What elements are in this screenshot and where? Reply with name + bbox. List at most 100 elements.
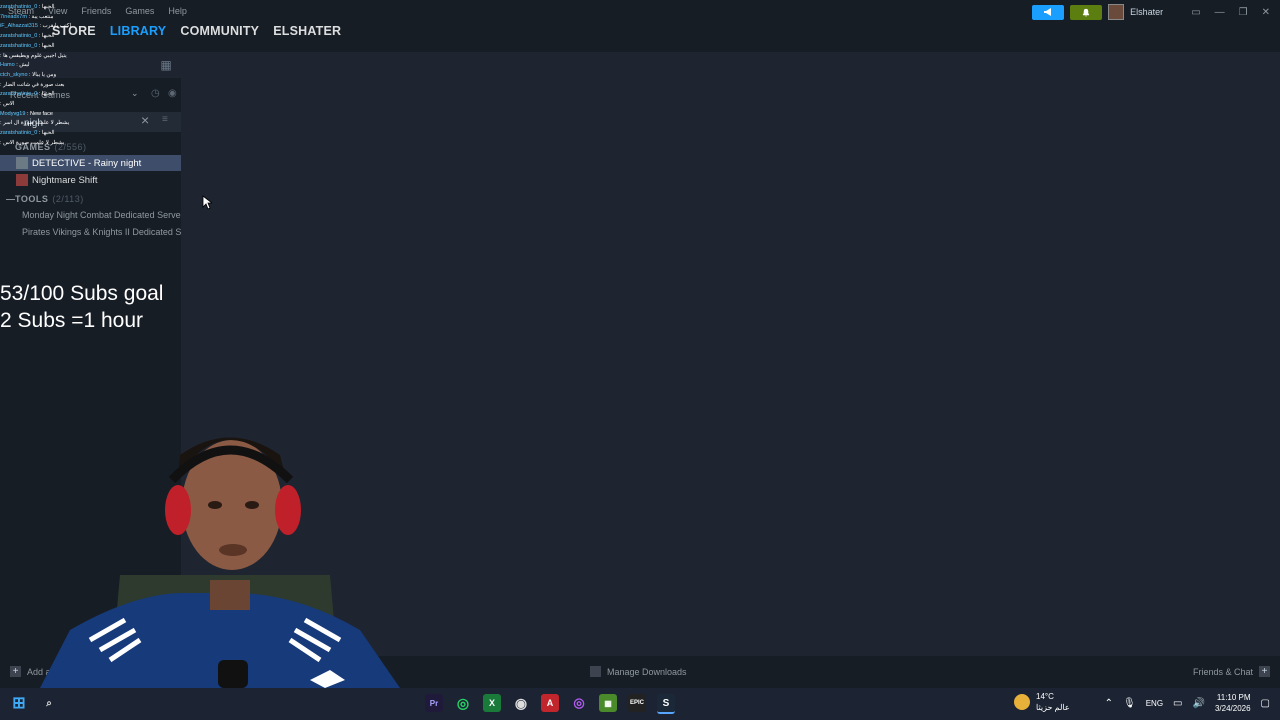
- chat-message: 7ineadx7m : منتعب يبة: [0, 13, 100, 23]
- maximize-icon[interactable]: ❐: [1239, 7, 1248, 18]
- list-item[interactable]: Monday Night Combat Dedicated Server: [0, 207, 181, 223]
- weather-temp: 14°C: [1036, 692, 1054, 701]
- chat-message: : يشطر لا علمت صورة ال اسر: [0, 119, 100, 129]
- chat-message: : الاس: [0, 100, 100, 110]
- chat-text: الحبها: [41, 4, 55, 10]
- whatsapp-icon[interactable]: ◎: [454, 694, 472, 712]
- chat-message: iF_Alhazzat315 : اكتب يايقرب: [0, 22, 100, 32]
- notification-icon[interactable]: ▢: [1261, 698, 1270, 709]
- obs-icon[interactable]: ◉: [512, 694, 530, 712]
- tab-profile[interactable]: ELSHATER: [273, 24, 341, 38]
- list-item[interactable]: Pirates Vikings & Knights II Dedicated S…: [0, 224, 181, 240]
- clock-icon[interactable]: ◷: [151, 88, 160, 99]
- grid-view-icon[interactable]: ▦: [156, 56, 176, 74]
- mouse-cursor-icon: [202, 195, 212, 210]
- stream-chat-overlay: zaratshatinio_0 : الحبها 7ineadx7m : منتع…: [0, 3, 100, 149]
- window-controls: ▭ — ❐ ✕: [1191, 7, 1270, 18]
- chat-username: Modyvg19: [0, 110, 26, 117]
- volume-icon[interactable]: 🔊: [1193, 698, 1205, 709]
- chat-username: zaratshatinio_0: [0, 4, 38, 10]
- friends-chat-button[interactable]: Friends & Chat +: [1193, 666, 1270, 677]
- chat-message: Hamo : ليش: [0, 61, 100, 71]
- title-bar: Steam View Friends Games Help STORE LIBR…: [0, 0, 1280, 52]
- chat-message: zaratshatinio_0 : الحبها: [0, 42, 100, 52]
- chat-text: الحبها: [41, 42, 55, 49]
- chat-username: 7ineadx7m: [0, 13, 27, 20]
- chat-username: zaratshatinio_0: [0, 130, 38, 137]
- tools-section-header[interactable]: — TOOLS (2/113): [6, 194, 84, 204]
- app-icon[interactable]: A: [541, 694, 559, 712]
- chat-username: Hamo: [0, 62, 15, 69]
- collapse-icon: —: [6, 194, 16, 204]
- pinned-apps: Pr ◎ X ◉ A ◎ ▦ EPIC S: [425, 694, 675, 714]
- chat-message: ctch_skyno : ومن يا يبالا: [0, 71, 100, 81]
- filter-icon[interactable]: ≡: [162, 114, 168, 125]
- menu-games[interactable]: Games: [125, 6, 154, 16]
- announcements-button[interactable]: [1032, 4, 1065, 20]
- minimize-icon[interactable]: —: [1215, 7, 1225, 18]
- excel-icon[interactable]: X: [483, 694, 501, 712]
- chat-message: zaratshatinio_0 : الحبها: [0, 90, 100, 100]
- game-icon: [16, 174, 28, 186]
- weather-widget[interactable]: 14°C عالم حزيثا: [1014, 691, 1070, 713]
- megaphone-icon: [1044, 8, 1052, 16]
- top-right-controls: Elshater ▭ — ❐ ✕: [1032, 4, 1270, 20]
- chevron-up-icon[interactable]: ⌃: [1105, 698, 1113, 709]
- minecraft-icon[interactable]: ▦: [599, 694, 617, 712]
- epic-games-icon[interactable]: EPIC: [628, 694, 646, 712]
- chat-text: الحبها: [41, 91, 55, 98]
- subs-goal-line2: 2 Subs =1 hour: [0, 309, 144, 332]
- language-indicator[interactable]: ENG: [1146, 699, 1163, 708]
- chat-text: الاس: [3, 101, 15, 108]
- chat-text: الحبها: [41, 33, 55, 40]
- game-icon: [16, 157, 28, 169]
- list-item[interactable]: DETECTIVE - Rainy night: [0, 155, 181, 171]
- weather-desc: عالم حزيثا: [1036, 703, 1070, 712]
- list-item[interactable]: Nightmare Shift: [0, 172, 181, 188]
- chat-text: يشطر لا علمت صورة ال اسر: [3, 120, 70, 127]
- microphone-icon[interactable]: 🎙: [1123, 698, 1136, 709]
- game-name: DETECTIVE - Rainy night: [32, 157, 142, 169]
- steam-icon[interactable]: S: [657, 694, 675, 714]
- downloads-label: Manage Downloads: [607, 666, 687, 677]
- chat-username: ctch_skyno: [0, 71, 28, 78]
- taskbar-apps: ⊞ ⌕: [10, 694, 58, 712]
- tool-name: Pirates Vikings & Knights II Dedicated S…: [22, 227, 181, 237]
- date: 3/24/2026: [1214, 704, 1251, 713]
- clear-search-icon[interactable]: ×: [141, 112, 149, 128]
- tools-count: (2/113): [52, 194, 84, 204]
- podcast-icon[interactable]: ◎: [570, 694, 588, 712]
- search-icon[interactable]: ⌕: [40, 694, 58, 712]
- plus-icon: +: [10, 666, 21, 677]
- chat-username: iF_Alhazzat315: [0, 23, 38, 30]
- chat-message: : يتيل اجيبي غلوم ويطيقس ها: [0, 52, 100, 62]
- windows-taskbar: ⊞ ⌕ Pr ◎ X ◉ A ◎ ▦ EPIC S 14°C عالم حزيث…: [0, 688, 1280, 720]
- chat-text: منتعب يبة: [31, 13, 54, 20]
- notifications-button[interactable]: [1070, 4, 1103, 20]
- manage-downloads-button[interactable]: Manage Downloads: [590, 666, 687, 677]
- close-icon[interactable]: ✕: [1262, 7, 1270, 18]
- big-picture-icon[interactable]: ▭: [1191, 7, 1200, 18]
- subs-goal-overlay: 53/100 Subs goal 2 Subs =1 hour: [0, 280, 163, 334]
- tab-library[interactable]: LIBRARY: [110, 24, 167, 38]
- tools-section-label: TOOLS: [15, 194, 49, 204]
- chevron-down-icon[interactable]: ⌄: [131, 88, 139, 99]
- premiere-icon[interactable]: Pr: [425, 694, 443, 712]
- account-name[interactable]: Elshater: [1130, 7, 1163, 17]
- play-filter-icon[interactable]: ◉: [168, 88, 177, 99]
- menu-help[interactable]: Help: [168, 6, 187, 16]
- windows-start-icon[interactable]: ⊞: [10, 694, 28, 712]
- clock[interactable]: 11:10 PM 3/24/2026: [1215, 692, 1251, 714]
- chat-text: ومن يا يبالا: [32, 71, 57, 78]
- chat-message: zaratshatinio_0 : الحبها: [0, 129, 100, 139]
- download-icon: [590, 666, 601, 677]
- chat-message: zaratshatinio_0 : الحبها: [0, 3, 100, 13]
- chat-text: الحبها: [41, 130, 55, 137]
- chat-message: zaratshatinio_0 : الحبها: [0, 32, 100, 42]
- chat-text: اكتب يايقرب: [42, 23, 71, 30]
- tab-community[interactable]: COMMUNITY: [180, 24, 259, 38]
- network-icon[interactable]: ▭: [1173, 698, 1182, 709]
- streamer-webcam: [40, 437, 400, 688]
- time: 11:10 PM: [1216, 693, 1251, 702]
- avatar[interactable]: [1108, 4, 1125, 20]
